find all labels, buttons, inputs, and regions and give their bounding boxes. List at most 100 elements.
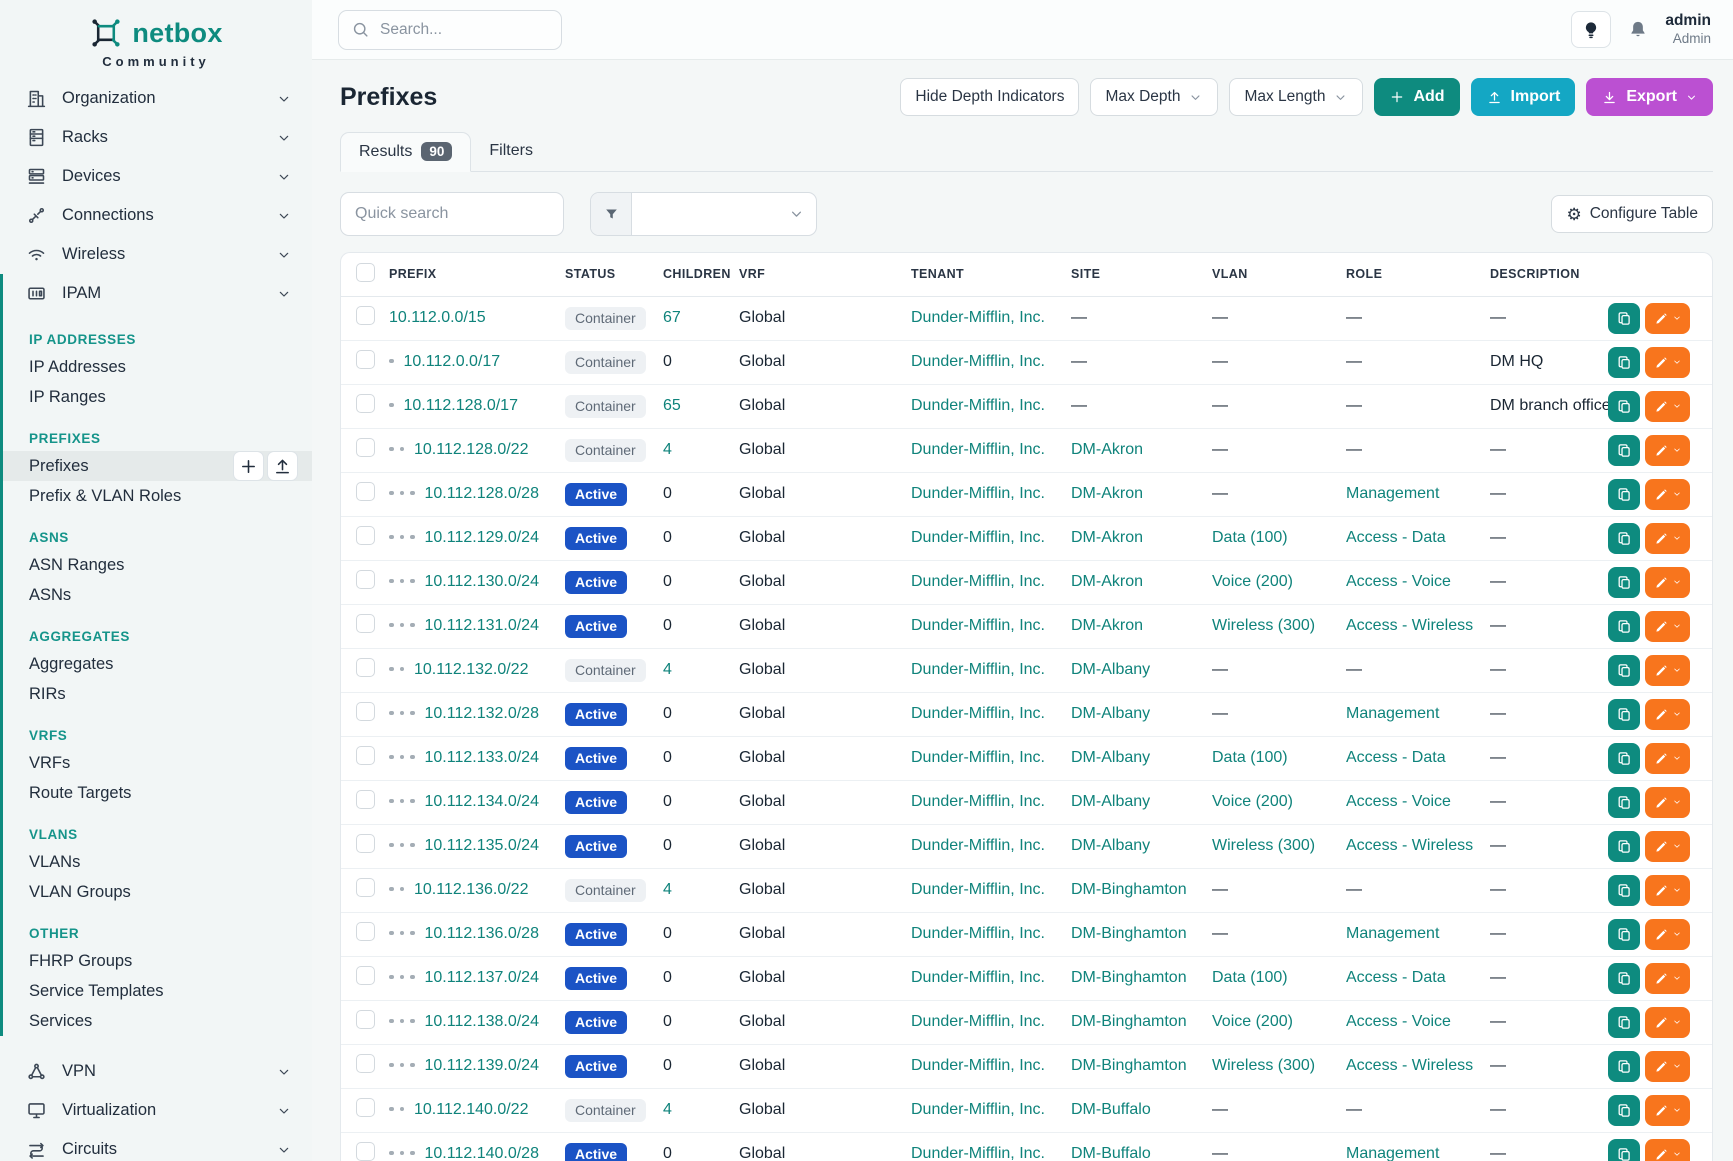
tenant-link[interactable]: Dunder-Mifflin, Inc.	[911, 793, 1045, 810]
filter-select[interactable]	[632, 193, 816, 235]
vlan-link[interactable]: Data (100)	[1212, 529, 1288, 546]
max-depth-dropdown[interactable]: Max Depth	[1090, 78, 1218, 116]
sidebar-item-prefixes[interactable]: Prefixes	[3, 451, 312, 481]
netbox-logo[interactable]: netbox Community	[0, 0, 312, 79]
row-checkbox[interactable]	[356, 306, 375, 325]
configure-table-button[interactable]: ⚙ Configure Table	[1551, 195, 1713, 233]
vlan-link[interactable]: Voice (200)	[1212, 573, 1293, 590]
tenant-link[interactable]: Dunder-Mifflin, Inc.	[911, 925, 1045, 942]
prefix-link[interactable]: 10.112.132.0/22	[414, 661, 528, 678]
site-link[interactable]: DM-Binghamton	[1071, 881, 1187, 898]
sidebar-item-asns[interactable]: ASNs	[3, 580, 312, 610]
clone-button[interactable]	[1608, 787, 1640, 818]
vlan-link[interactable]: Data (100)	[1212, 749, 1288, 766]
sidebar-item-racks[interactable]: Racks	[0, 118, 312, 157]
row-checkbox[interactable]	[356, 878, 375, 897]
children-count[interactable]: 4	[663, 661, 672, 678]
prefix-link[interactable]: 10.112.0.0/17	[404, 353, 501, 370]
tenant-link[interactable]: Dunder-Mifflin, Inc.	[911, 397, 1045, 414]
tenant-link[interactable]: Dunder-Mifflin, Inc.	[911, 1013, 1045, 1030]
row-checkbox[interactable]	[356, 1054, 375, 1073]
vlan-link[interactable]: Wireless (300)	[1212, 617, 1315, 634]
role-link[interactable]: Access - Wireless	[1346, 1057, 1473, 1074]
vlan-link[interactable]: Voice (200)	[1212, 1013, 1293, 1030]
column-header-prefix[interactable]: PREFIX	[389, 253, 565, 296]
theme-toggle-button[interactable]	[1571, 11, 1611, 48]
site-link[interactable]: DM-Albany	[1071, 837, 1150, 854]
row-checkbox[interactable]	[356, 570, 375, 589]
quick-search-input[interactable]	[340, 192, 564, 236]
prefix-link[interactable]: 10.112.140.0/28	[425, 1145, 539, 1161]
prefix-link[interactable]: 10.112.134.0/24	[425, 793, 539, 810]
clone-button[interactable]	[1608, 743, 1640, 774]
prefix-link[interactable]: 10.112.138.0/24	[425, 1013, 539, 1030]
sidebar-item-devices[interactable]: Devices	[0, 157, 312, 196]
role-link[interactable]: Management	[1346, 705, 1439, 722]
sidebar-item-route-targets[interactable]: Route Targets	[3, 778, 312, 808]
edit-dropdown-button[interactable]	[1645, 1139, 1690, 1161]
edit-dropdown-button[interactable]	[1645, 479, 1690, 510]
bell-icon[interactable]	[1627, 19, 1649, 41]
edit-dropdown-button[interactable]	[1645, 743, 1690, 774]
role-link[interactable]: Access - Data	[1346, 749, 1446, 766]
tenant-link[interactable]: Dunder-Mifflin, Inc.	[911, 705, 1045, 722]
sidebar-item-ipam[interactable]: IPAM	[3, 274, 312, 313]
site-link[interactable]: DM-Buffalo	[1071, 1145, 1151, 1161]
add-mini-button[interactable]	[233, 451, 264, 481]
site-link[interactable]: DM-Akron	[1071, 441, 1143, 458]
prefix-link[interactable]: 10.112.128.0/28	[425, 485, 539, 502]
clone-button[interactable]	[1608, 523, 1640, 554]
tenant-link[interactable]: Dunder-Mifflin, Inc.	[911, 617, 1045, 634]
prefix-link[interactable]: 10.112.136.0/22	[414, 881, 528, 898]
sidebar-item-wireless[interactable]: Wireless	[0, 235, 312, 274]
row-checkbox[interactable]	[356, 526, 375, 545]
clone-button[interactable]	[1608, 655, 1640, 686]
tenant-link[interactable]: Dunder-Mifflin, Inc.	[911, 441, 1045, 458]
clone-button[interactable]	[1608, 435, 1640, 466]
clone-button[interactable]	[1608, 699, 1640, 730]
site-link[interactable]: DM-Albany	[1071, 705, 1150, 722]
role-link[interactable]: Access - Wireless	[1346, 617, 1473, 634]
edit-dropdown-button[interactable]	[1645, 1095, 1690, 1126]
edit-dropdown-button[interactable]	[1645, 919, 1690, 950]
clone-button[interactable]	[1608, 1095, 1640, 1126]
prefix-link[interactable]: 10.112.131.0/24	[425, 617, 539, 634]
tab-filters[interactable]: Filters	[471, 132, 551, 171]
tenant-link[interactable]: Dunder-Mifflin, Inc.	[911, 749, 1045, 766]
sidebar-item-aggregates[interactable]: Aggregates	[3, 649, 312, 679]
row-checkbox[interactable]	[356, 1098, 375, 1117]
site-link[interactable]: DM-Binghamton	[1071, 969, 1187, 986]
prefix-link[interactable]: 10.112.128.0/22	[414, 441, 528, 458]
tenant-link[interactable]: Dunder-Mifflin, Inc.	[911, 661, 1045, 678]
site-link[interactable]: DM-Akron	[1071, 617, 1143, 634]
clone-button[interactable]	[1608, 391, 1640, 422]
hide-depth-indicators-button[interactable]: Hide Depth Indicators	[900, 78, 1079, 116]
row-checkbox[interactable]	[356, 702, 375, 721]
site-link[interactable]: DM-Buffalo	[1071, 1101, 1151, 1118]
clone-button[interactable]	[1608, 1139, 1640, 1161]
row-checkbox[interactable]	[356, 438, 375, 457]
role-link[interactable]: Access - Data	[1346, 969, 1446, 986]
site-link[interactable]: DM-Binghamton	[1071, 1057, 1187, 1074]
vlan-link[interactable]: Wireless (300)	[1212, 1057, 1315, 1074]
role-link[interactable]: Access - Data	[1346, 529, 1446, 546]
clone-button[interactable]	[1608, 347, 1640, 378]
role-link[interactable]: Access - Voice	[1346, 1013, 1451, 1030]
sidebar-item-vlan-groups[interactable]: VLAN Groups	[3, 877, 312, 907]
tab-results[interactable]: Results 90	[340, 132, 471, 172]
site-link[interactable]: DM-Binghamton	[1071, 1013, 1187, 1030]
sidebar-item-service-templates[interactable]: Service Templates	[3, 976, 312, 1006]
site-link[interactable]: DM-Akron	[1071, 573, 1143, 590]
row-checkbox[interactable]	[356, 658, 375, 677]
edit-dropdown-button[interactable]	[1645, 523, 1690, 554]
user-menu[interactable]: admin Admin	[1665, 11, 1711, 47]
edit-dropdown-button[interactable]	[1645, 831, 1690, 862]
site-link[interactable]: DM-Albany	[1071, 749, 1150, 766]
prefix-link[interactable]: 10.112.128.0/17	[404, 397, 518, 414]
children-count[interactable]: 4	[663, 441, 672, 458]
column-header-children[interactable]: CHILDREN	[663, 253, 739, 296]
edit-dropdown-button[interactable]	[1645, 391, 1690, 422]
edit-dropdown-button[interactable]	[1645, 567, 1690, 598]
row-checkbox[interactable]	[356, 482, 375, 501]
clone-button[interactable]	[1608, 567, 1640, 598]
